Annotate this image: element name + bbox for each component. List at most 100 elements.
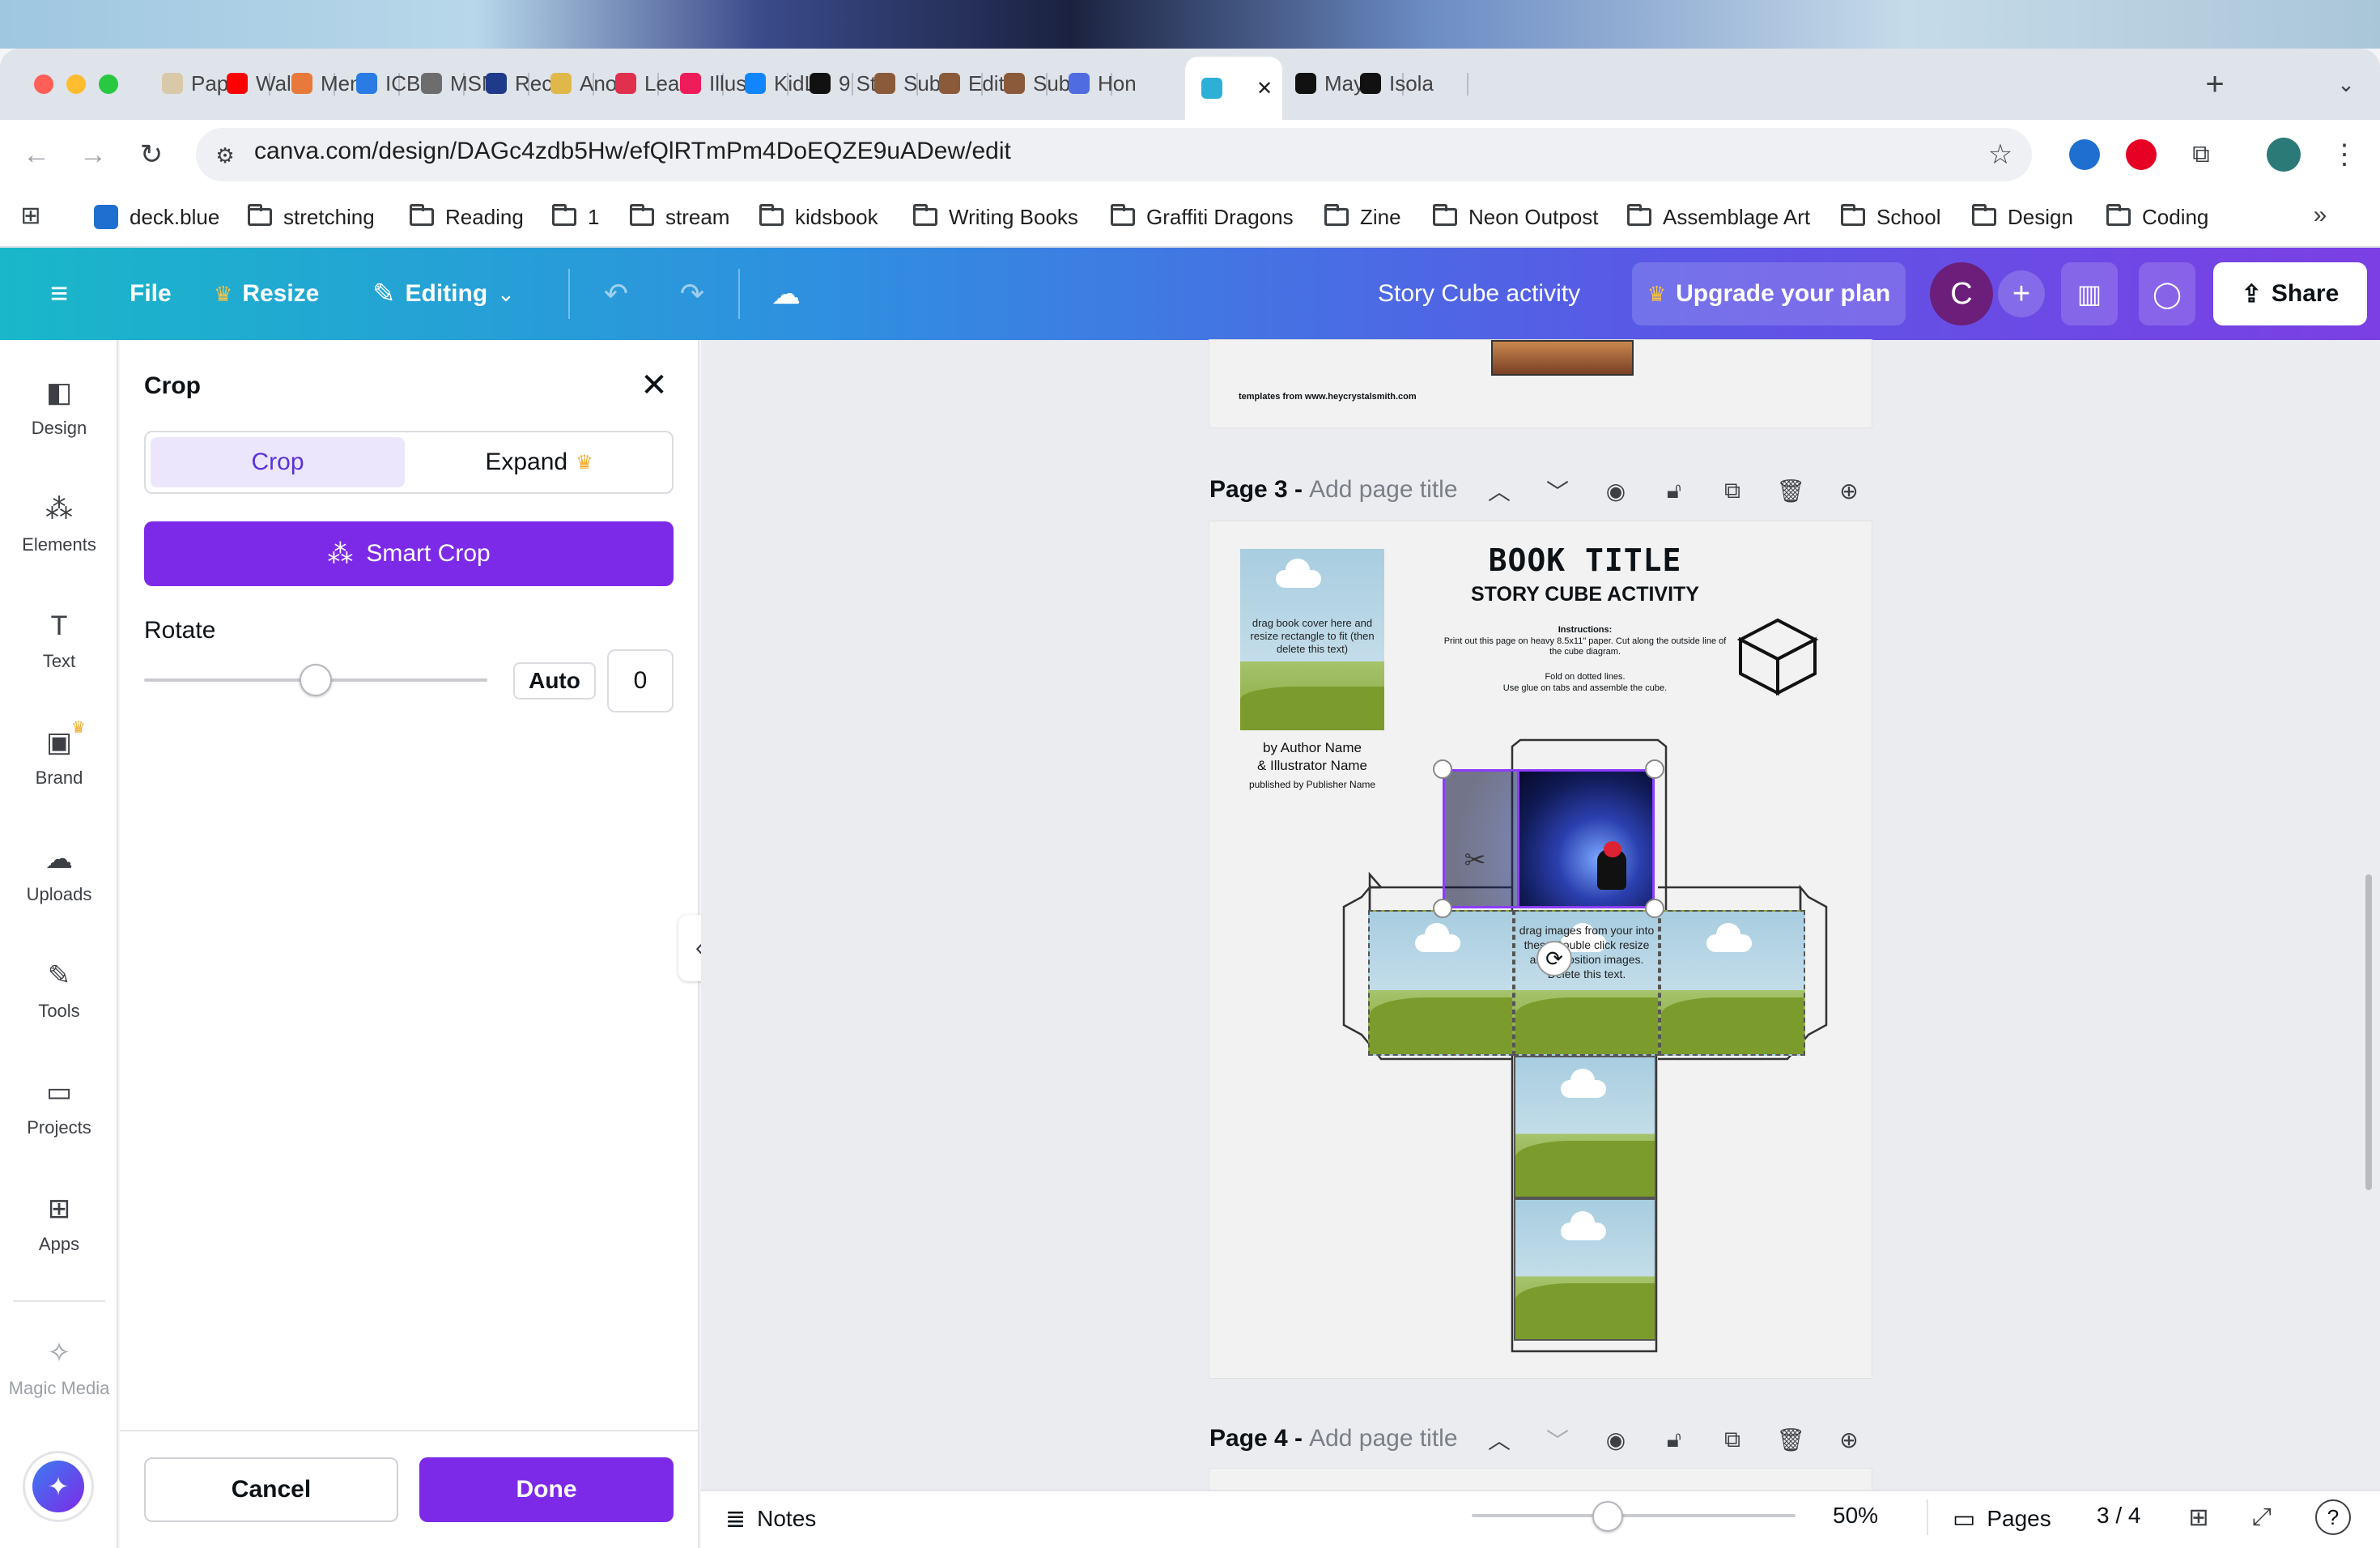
tab-expand[interactable]: Expand ♛: [410, 437, 669, 487]
url-text[interactable]: canva.com/design/DAGc4zdb5Hw/efQlRTmPm4D…: [254, 138, 1011, 165]
more-bookmarks-icon[interactable]: »: [2304, 199, 2336, 232]
hide-page-icon[interactable]: ◉: [1600, 1423, 1632, 1456]
bookmark-item[interactable]: Design: [1972, 201, 2073, 233]
close-window-button[interactable]: [34, 74, 53, 94]
lock-page-icon[interactable]: 🔓︎: [1658, 1423, 1690, 1456]
share-button[interactable]: ⇪ Share: [2213, 262, 2367, 325]
duplicate-page-icon[interactable]: ⧉: [1716, 1423, 1749, 1456]
insights-chart-icon[interactable]: ▥: [2061, 262, 2118, 325]
bookmark-item[interactable]: stretching: [248, 201, 375, 233]
sidebar-item-tools[interactable]: ✎ Tools: [0, 959, 118, 1022]
hide-page-icon[interactable]: ◉: [1600, 474, 1632, 507]
bookmark-item[interactable]: Zine: [1324, 201, 1401, 233]
magic-assistant-button[interactable]: ✦: [23, 1451, 94, 1522]
crop-frame[interactable]: [1443, 769, 1655, 908]
delete-page-icon[interactable]: 🗑︎: [1774, 1423, 1807, 1456]
rotate-handle-icon[interactable]: ⟳: [1536, 941, 1572, 976]
move-page-down-icon[interactable]: ﹀: [1541, 474, 1574, 507]
sidebar-item-text[interactable]: T Text: [0, 609, 118, 672]
duplicate-page-icon[interactable]: ⧉: [1716, 474, 1749, 507]
move-page-down-icon[interactable]: ﹀: [1541, 1423, 1574, 1456]
close-icon[interactable]: ✕: [635, 366, 674, 405]
back-button[interactable]: ←: [18, 136, 55, 173]
bookmark-item[interactable]: kidsbook: [759, 201, 878, 233]
page-4-title-input[interactable]: Add page title: [1309, 1425, 1457, 1452]
browser-tab[interactable]: ✕: [1185, 57, 1282, 120]
rotate-slider-thumb[interactable]: [300, 664, 332, 696]
cancel-button[interactable]: Cancel: [144, 1457, 398, 1522]
lock-page-icon[interactable]: 🔓︎: [1658, 474, 1690, 507]
browser-menu-icon[interactable]: ⋮: [2328, 136, 2361, 173]
invite-add-icon[interactable]: +: [1998, 270, 2045, 317]
move-page-up-icon[interactable]: ︿: [1483, 1423, 1515, 1456]
crop-handle-top-right[interactable]: [1645, 759, 1664, 779]
sidebar-item-design[interactable]: ◧ Design: [0, 376, 118, 439]
bookmark-item[interactable]: Assemblage Art: [1627, 201, 1810, 233]
document-title[interactable]: Story Cube activity: [1378, 280, 1580, 308]
tab-search-button[interactable]: ⌄: [2330, 66, 2362, 102]
fullscreen-icon[interactable]: ⤢: [2244, 1499, 2280, 1535]
help-icon[interactable]: ?: [2315, 1499, 2351, 1535]
crop-handle-bottom-right[interactable]: [1645, 899, 1664, 918]
add-page-icon[interactable]: ⊕: [1833, 1423, 1865, 1456]
hamburger-menu-icon[interactable]: ≡: [40, 275, 78, 313]
cube-face-bottom-2[interactable]: [1514, 1198, 1656, 1341]
zoom-slider-track[interactable]: [1472, 1514, 1796, 1517]
cube-face-right[interactable]: [1660, 910, 1805, 1056]
bookmark-item[interactable]: stream: [630, 201, 729, 233]
crop-handle-top-left[interactable]: [1433, 759, 1452, 779]
upgrade-plan-button[interactable]: ♛ Upgrade your plan: [1632, 262, 1906, 325]
maximize-window-button[interactable]: [99, 74, 118, 94]
sidebar-item-projects[interactable]: ▭ Projects: [0, 1075, 118, 1138]
minimize-window-button[interactable]: [66, 74, 86, 94]
redo-icon[interactable]: ↷: [674, 275, 711, 313]
auto-rotate-button[interactable]: Auto: [513, 662, 596, 700]
bookmark-item[interactable]: deck.blue: [94, 201, 219, 233]
sidebar-item-elements[interactable]: ⁂ Elements: [0, 492, 118, 555]
new-tab-button[interactable]: +: [2199, 66, 2231, 102]
bookmark-item[interactable]: Coding: [2106, 201, 2208, 233]
notes-button[interactable]: ≣ Notes: [725, 1503, 816, 1535]
undo-icon[interactable]: ↶: [597, 275, 635, 313]
extensions-puzzle-icon[interactable]: ⧉: [2182, 136, 2220, 173]
sidebar-item-uploads[interactable]: ☁ Uploads: [0, 842, 118, 905]
bookmark-item[interactable]: Graffiti Dragons: [1111, 201, 1294, 233]
delete-page-icon[interactable]: 🗑︎: [1774, 474, 1807, 507]
bookmark-item[interactable]: Reading: [410, 201, 524, 233]
profile-avatar[interactable]: [2267, 138, 2301, 172]
crop-handle-bottom-left[interactable]: [1433, 899, 1452, 918]
extension-icon[interactable]: [2069, 139, 2100, 170]
move-page-up-icon[interactable]: ︿: [1483, 474, 1515, 507]
bookmark-star-icon[interactable]: ☆: [1982, 136, 2019, 173]
tab-crop[interactable]: Crop: [151, 437, 405, 487]
cube-face-left[interactable]: [1368, 910, 1514, 1056]
bookmark-item[interactable]: Neon Outpost: [1433, 201, 1598, 233]
site-info-icon[interactable]: ⚙: [209, 139, 241, 172]
user-avatar[interactable]: C: [1930, 262, 1993, 325]
zoom-level[interactable]: 50%: [1833, 1503, 1878, 1529]
apps-grid-icon[interactable]: ⊞: [15, 199, 47, 232]
page-3-title-input[interactable]: Add page title: [1309, 476, 1457, 504]
smart-crop-button[interactable]: ⁂ Smart Crop: [144, 521, 674, 586]
editing-mode-dropdown[interactable]: ✎ Editing ⌄: [372, 275, 515, 313]
zoom-slider-thumb[interactable]: [1592, 1501, 1623, 1532]
rotate-angle-input[interactable]: 0: [607, 649, 674, 712]
canvas-scrollbar[interactable]: [2365, 874, 2372, 1190]
browser-tab[interactable]: Isola: [1360, 63, 1470, 104]
file-menu[interactable]: File: [130, 280, 172, 308]
close-tab-icon[interactable]: ✕: [1256, 77, 1273, 100]
sidebar-item-magic-media[interactable]: ✧ Magic Media: [0, 1336, 118, 1399]
bookmark-item[interactable]: School: [1841, 201, 1941, 233]
bookmark-item[interactable]: Writing Books: [913, 201, 1078, 233]
comment-icon[interactable]: ◯: [2139, 262, 2195, 325]
sidebar-item-apps[interactable]: ⊞ Apps: [0, 1192, 118, 1255]
forward-button[interactable]: →: [74, 136, 112, 173]
grid-view-icon[interactable]: ⊞: [2181, 1499, 2216, 1535]
done-button[interactable]: Done: [419, 1457, 674, 1522]
resize-button[interactable]: ♛ Resize: [214, 275, 319, 313]
reload-button[interactable]: ↻: [133, 136, 170, 173]
sidebar-item-brand[interactable]: ▣ Brand ♛: [0, 719, 118, 789]
bookmark-item[interactable]: 1: [552, 201, 599, 233]
cube-face-bottom-1[interactable]: [1514, 1056, 1656, 1198]
add-page-icon[interactable]: ⊕: [1833, 474, 1865, 507]
